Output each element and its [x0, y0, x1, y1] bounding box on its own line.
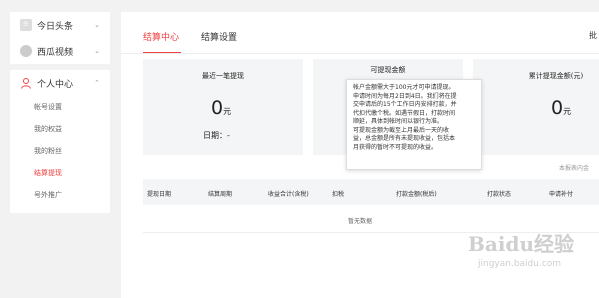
recent-withdrawal-card: 最近一笔提现 0元 日期：- [143, 59, 303, 155]
user-icon [20, 77, 32, 89]
chevron-up-icon: ⌃ [94, 79, 100, 87]
tooltip-line: 可提现金额为截至上月最后一天的收 [353, 126, 450, 134]
table-header-cell: 打款状态 [487, 191, 512, 198]
recent-withdrawal-amount: 0元 [211, 97, 232, 119]
card-title: 可提现金额 [370, 66, 406, 74]
xigua-icon [20, 45, 32, 57]
sidebar-item-my-fans[interactable]: 我的粉丝 [10, 140, 110, 162]
tooltip-line: 交申请后的15个工作日内安排打款，并 [353, 101, 457, 108]
tooltip-line: 代扣代缴个税。如遇节假日，打款时间 [353, 109, 456, 117]
table-header-cell: 打款金额(税后) [396, 191, 437, 198]
watermark-logo-text: Baidu经验 [468, 232, 574, 256]
sidebar-item-xigua[interactable]: 西瓜视频 ⌄ [10, 38, 110, 64]
sidebar-item-extra-promotion[interactable]: 号外推广 [10, 184, 110, 206]
sidebar-item-label: 西瓜视频 [37, 47, 74, 58]
tooltip-line: 顺延，具体到帐时间以银行为准。 [353, 118, 444, 125]
table-header-cell: 收益合计(含税) [268, 191, 309, 198]
sidebar-group-platforms: 头 今日头条 ⌄ 西瓜视频 ⌄ [10, 12, 110, 64]
sidebar-item-personal-center[interactable]: 个人中心 ⌃ [10, 70, 110, 96]
table-header-cell: 提现日期 [147, 191, 172, 198]
table-header-cell: 申请补付 [549, 191, 574, 198]
report-note: 本报表内金 [559, 165, 590, 172]
card-title: 最近一笔提现 [202, 72, 244, 80]
tab-divider [121, 53, 599, 54]
sidebar-item-toutiao[interactable]: 头 今日头条 ⌄ [10, 12, 110, 38]
sidebar-item-my-rights[interactable]: 我的权益 [10, 118, 110, 140]
sidebar-item-label: 今日头条 [37, 21, 74, 32]
sidebar-item-settlement-withdrawal[interactable]: 结算提现 [10, 162, 110, 184]
top-right-fragment: 批 [589, 31, 597, 40]
tooltip-line: 帐户金额需大于100元才可申请提现。 [353, 84, 455, 91]
total-withdrawal-card: 累计提现金额(元) 0元 [473, 59, 599, 155]
tab-settlement-center[interactable]: 结算中心 [143, 30, 179, 43]
toutiao-icon: 头 [20, 19, 32, 31]
withdrawable-tooltip: 帐户金额需大于100元才可申请提现。 申请时间为每月2日到4日。我们将在提 交申… [346, 79, 482, 170]
watermark-url: jingyan.baidu.com [478, 259, 562, 269]
tooltip-line: 益，总金额是所有未提现收益，包括本 [353, 135, 456, 142]
tab-settlement-settings[interactable]: 结算设置 [201, 30, 237, 43]
tooltip-line: 月获得的暂时不可提现的收益。 [353, 143, 438, 151]
baidu-jingyan-watermark: Baidu经验 jingyan.baidu.com [468, 228, 592, 292]
chevron-down-icon: ⌄ [94, 21, 100, 29]
table-header-cell: 结算周期 [208, 191, 233, 198]
unit-label: 元 [563, 107, 572, 116]
card-title: 累计提现金额(元) [528, 72, 584, 80]
empty-state-text: 暂无数据 [347, 218, 372, 225]
table-header-cell: 扣税 [332, 191, 345, 198]
tooltip-line: 申请时间为每月2日到4日。我们将在提 [353, 92, 457, 100]
sidebar-group-personal: 个人中心 ⌃ 帐号设置 我的权益 我的粉丝 结算提现 号外推广 [10, 70, 110, 213]
recent-withdrawal-date: 日期：- [203, 131, 230, 140]
chevron-down-icon: ⌄ [94, 47, 100, 55]
total-withdrawal-amount: 0元 [551, 97, 572, 119]
sidebar-item-account-settings[interactable]: 帐号设置 [10, 96, 110, 118]
unit-label: 元 [223, 107, 232, 116]
sidebar-item-label: 个人中心 [37, 79, 74, 90]
